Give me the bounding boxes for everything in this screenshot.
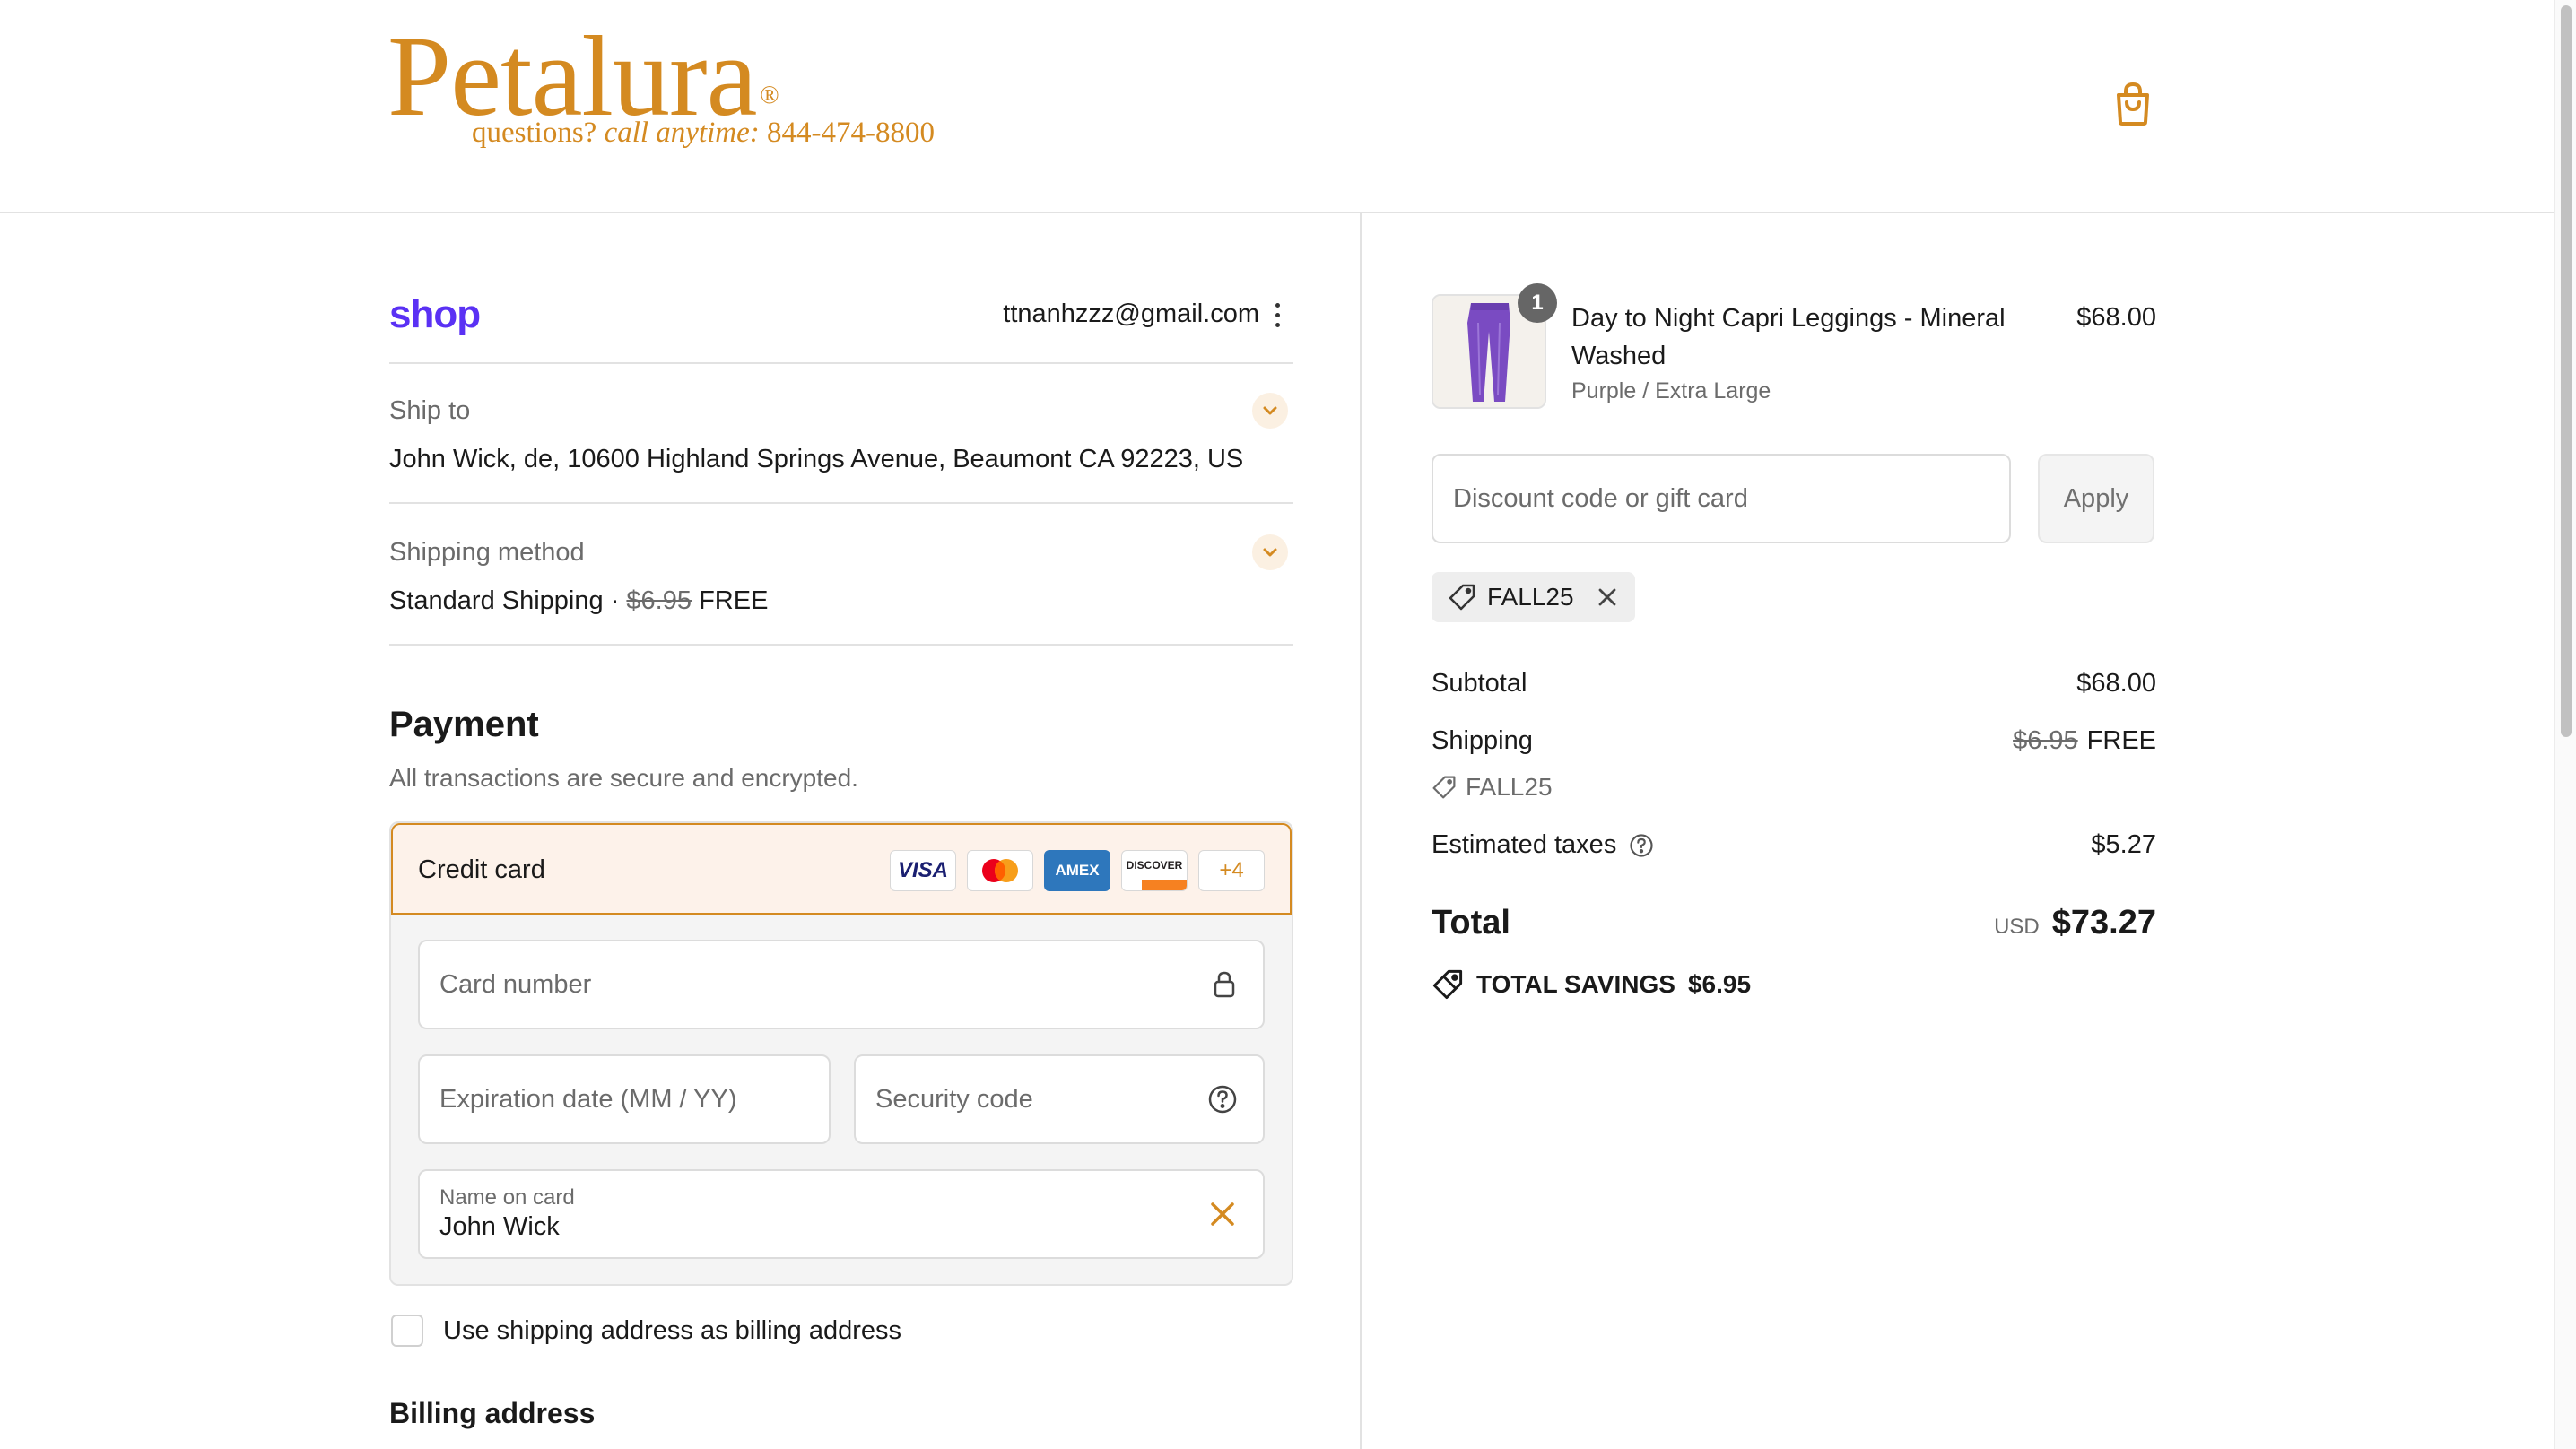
shipping-discount-code: FALL25	[1432, 773, 1553, 802]
expiry-date-field[interactable]	[418, 1054, 831, 1144]
visa-icon: VISA	[890, 850, 956, 891]
amex-icon: AMEX	[1044, 850, 1110, 891]
shop-pay-logo: shop	[389, 292, 481, 336]
total-value: $73.27	[2051, 904, 2156, 941]
name-on-card-label: Name on card	[439, 1185, 575, 1210]
kebab-icon[interactable]	[1272, 303, 1283, 334]
help-circle-icon[interactable]	[1629, 833, 1654, 858]
shipping-original-price: $6.95	[626, 586, 692, 615]
payment-subtitle: All transactions are secure and encrypte…	[389, 764, 858, 792]
card-number-input[interactable]	[439, 941, 1114, 1028]
credit-card-label: Credit card	[418, 855, 545, 884]
more-cards-badge[interactable]: +4	[1198, 850, 1265, 891]
quantity-badge: 1	[1518, 283, 1557, 323]
applied-discount-code: FALL25	[1487, 583, 1574, 611]
shipping-method-label: Shipping method	[389, 538, 585, 567]
page-scrollbar[interactable]	[2554, 0, 2576, 1449]
security-code-input[interactable]	[875, 1056, 1202, 1142]
credit-card-option[interactable]: Credit card VISA AMEX DISCOVER +4	[391, 823, 1292, 915]
ship-to-toggle[interactable]	[1252, 393, 1288, 429]
total-label: Total	[1432, 904, 1510, 941]
registered-mark: ®	[760, 82, 779, 109]
card-number-field[interactable]	[418, 940, 1265, 1029]
lock-icon	[1214, 971, 1235, 998]
billing-address-title: Billing address	[389, 1397, 596, 1429]
divider	[389, 644, 1293, 646]
close-icon[interactable]	[1209, 1201, 1236, 1228]
expiry-date-input[interactable]	[439, 1056, 767, 1142]
payment-title: Payment	[389, 705, 539, 744]
help-circle-icon[interactable]	[1207, 1084, 1238, 1115]
discover-icon: DISCOVER	[1121, 850, 1188, 891]
shipping-price: FREE	[699, 586, 769, 615]
shipping-method-toggle[interactable]	[1252, 534, 1288, 570]
remove-discount-icon[interactable]	[1597, 587, 1617, 607]
petalura-logo[interactable]: Petalura ® questions? call anytime: 844-4…	[387, 13, 935, 149]
ship-to-label: Ship to	[389, 396, 471, 425]
chevron-down-icon	[1263, 548, 1277, 557]
security-code-field[interactable]	[854, 1054, 1265, 1144]
divider	[389, 502, 1293, 504]
ship-to-address: John Wick, de, 10600 Highland Springs Av…	[389, 445, 1244, 473]
name-on-card-field[interactable]: Name on card John Wick	[418, 1169, 1265, 1259]
logo-wordmark: Petalura ®	[387, 13, 779, 140]
tag-icon	[1432, 776, 1456, 799]
product-price: $68.00	[2076, 303, 2156, 332]
shipping-value: $6.95 FREE	[2013, 726, 2156, 755]
apply-discount-button[interactable]: Apply	[2038, 454, 2154, 543]
shopping-bag-icon[interactable]	[2111, 81, 2154, 127]
discount-code-input[interactable]	[1453, 456, 1914, 542]
shipping-method-value: Standard Shipping · $6.95 FREE	[389, 586, 769, 615]
credit-card-panel: Credit card VISA AMEX DISCOVER +4 Name o…	[389, 821, 1293, 1286]
name-on-card-value[interactable]: John Wick	[439, 1212, 560, 1242]
savings-tag-icon	[1432, 969, 1463, 1000]
taxes-value: $5.27	[2091, 830, 2156, 859]
scrollbar-thumb[interactable]	[2561, 5, 2572, 737]
chevron-down-icon	[1263, 406, 1277, 415]
billing-same-checkbox[interactable]	[391, 1315, 423, 1347]
mastercard-icon	[967, 850, 1033, 891]
product-variant: Purple / Extra Large	[1571, 378, 1771, 403]
site-header: Petalura ® questions? call anytime: 844-4…	[0, 0, 2554, 213]
total-amount: USD $73.27	[1994, 904, 2156, 942]
subtotal-label: Subtotal	[1432, 669, 1527, 698]
shipping-label: Shipping	[1432, 726, 1533, 755]
tag-icon	[1449, 584, 1475, 611]
applied-discount-chip: FALL25	[1432, 572, 1635, 622]
subtotal-value: $68.00	[2076, 669, 2156, 698]
total-currency: USD	[1994, 915, 2040, 939]
account-email: ttnanhzzz@gmail.com	[1003, 299, 1259, 328]
card-brand-list: VISA AMEX DISCOVER +4	[890, 850, 1265, 891]
shipping-original-total: $6.95	[2013, 726, 2078, 755]
total-savings: TOTAL SAVINGS $6.95	[1432, 968, 1751, 1001]
product-name: Day to Night Capri Leggings - Mineral Wa…	[1571, 304, 2006, 370]
column-divider	[1360, 213, 1362, 1449]
logo-tagline: questions? call anytime: 844-474-8800	[472, 117, 935, 149]
divider	[389, 362, 1293, 364]
billing-same-label[interactable]: Use shipping address as billing address	[443, 1316, 901, 1346]
discount-code-field[interactable]	[1432, 454, 2011, 543]
taxes-label: Estimated taxes	[1432, 830, 1654, 860]
